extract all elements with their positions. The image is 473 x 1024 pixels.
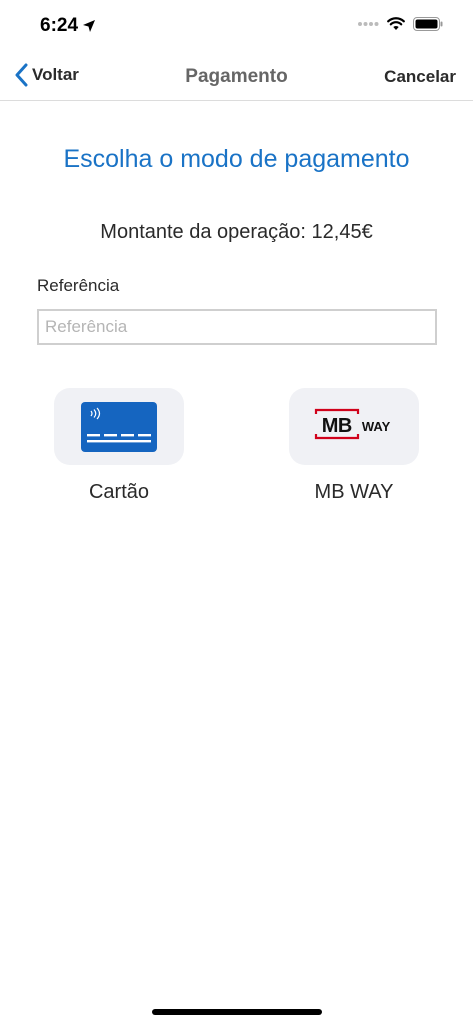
mbway-option-label: MB WAY (314, 481, 394, 503)
payment-option-mbway[interactable]: MB WAY MB WAY (289, 388, 419, 504)
reference-input[interactable] (37, 309, 437, 345)
battery-icon (413, 17, 443, 31)
credit-card-icon (81, 401, 157, 452)
status-icons (357, 17, 443, 31)
cancel-button[interactable]: Cancelar (384, 67, 456, 87)
status-time: 6:24 (40, 15, 96, 37)
mbway-tile[interactable]: MB WAY (289, 388, 419, 465)
payment-method-heading: Escolha o modo de pagamento (63, 145, 410, 173)
mb-logo-mark: MB (314, 408, 359, 441)
operation-amount: Montante da operação: 12,45€ (100, 221, 373, 243)
mb-logo-text: MB (321, 415, 353, 437)
payment-option-card[interactable]: Cartão (54, 388, 184, 504)
location-arrow-icon (83, 20, 96, 32)
status-bar: 6:24 (0, 0, 473, 52)
home-indicator[interactable] (152, 1009, 322, 1015)
way-logo-text: WAY (361, 419, 391, 434)
card-option-label: Cartão (88, 481, 150, 503)
wifi-icon (387, 17, 405, 30)
card-tile[interactable] (54, 388, 184, 465)
time-label: 6:24 (40, 15, 79, 36)
navigation-bar: Voltar Pagamento Cancelar (0, 52, 473, 101)
mbway-logo-icon: MB WAY (314, 408, 391, 441)
reference-label: Referência (37, 276, 120, 295)
cellular-signal-icon (358, 22, 379, 26)
